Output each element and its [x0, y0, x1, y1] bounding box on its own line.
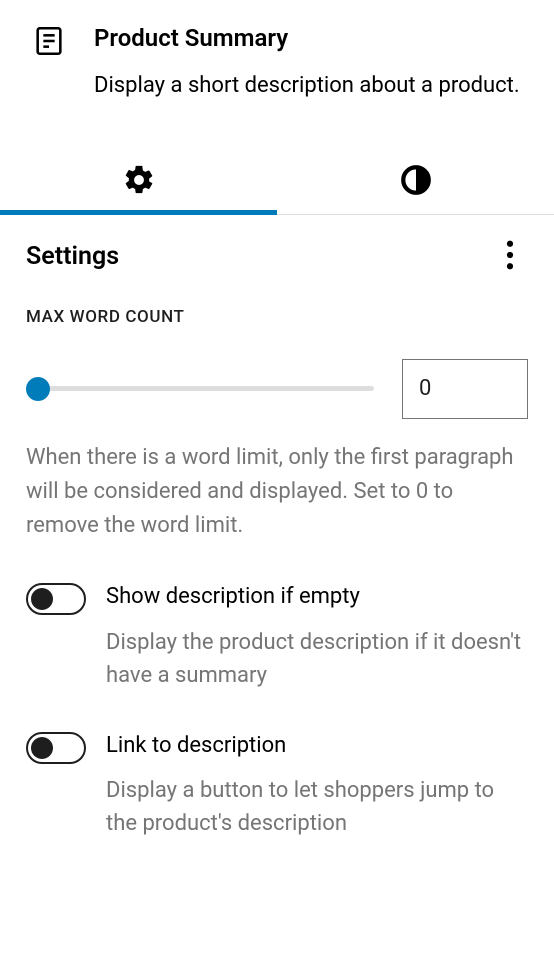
more-options-button[interactable] — [492, 239, 528, 275]
tab-bar — [0, 150, 554, 215]
gear-icon — [122, 163, 156, 201]
link-to-description-help: Display a button to let shoppers jump to… — [106, 774, 528, 840]
link-to-description-label: Link to description — [106, 732, 528, 761]
contrast-icon — [399, 163, 433, 201]
toggle-knob — [31, 588, 53, 610]
max-word-count-input[interactable] — [402, 359, 528, 419]
toggle-knob — [31, 737, 53, 759]
block-header: Product Summary Display a short descript… — [0, 0, 554, 122]
link-to-description-toggle[interactable] — [26, 732, 86, 764]
panel-title: Settings — [26, 242, 119, 271]
show-description-if-empty-label: Show description if empty — [106, 583, 528, 612]
more-vertical-icon — [506, 240, 514, 273]
product-summary-icon — [32, 24, 66, 102]
block-title: Product Summary — [94, 24, 524, 53]
max-word-count-slider[interactable] — [26, 377, 374, 401]
show-description-if-empty-toggle[interactable] — [26, 583, 86, 615]
slider-thumb[interactable] — [26, 377, 50, 401]
slider-track — [26, 386, 374, 391]
show-description-if-empty-help: Display the product description if it do… — [106, 626, 528, 692]
block-description: Display a short description about a prod… — [94, 69, 524, 102]
tab-settings[interactable] — [0, 150, 277, 214]
max-word-count-help: When there is a word limit, only the fir… — [26, 441, 528, 543]
tab-styles[interactable] — [277, 150, 554, 214]
max-word-count-label: Max word count — [26, 307, 528, 327]
